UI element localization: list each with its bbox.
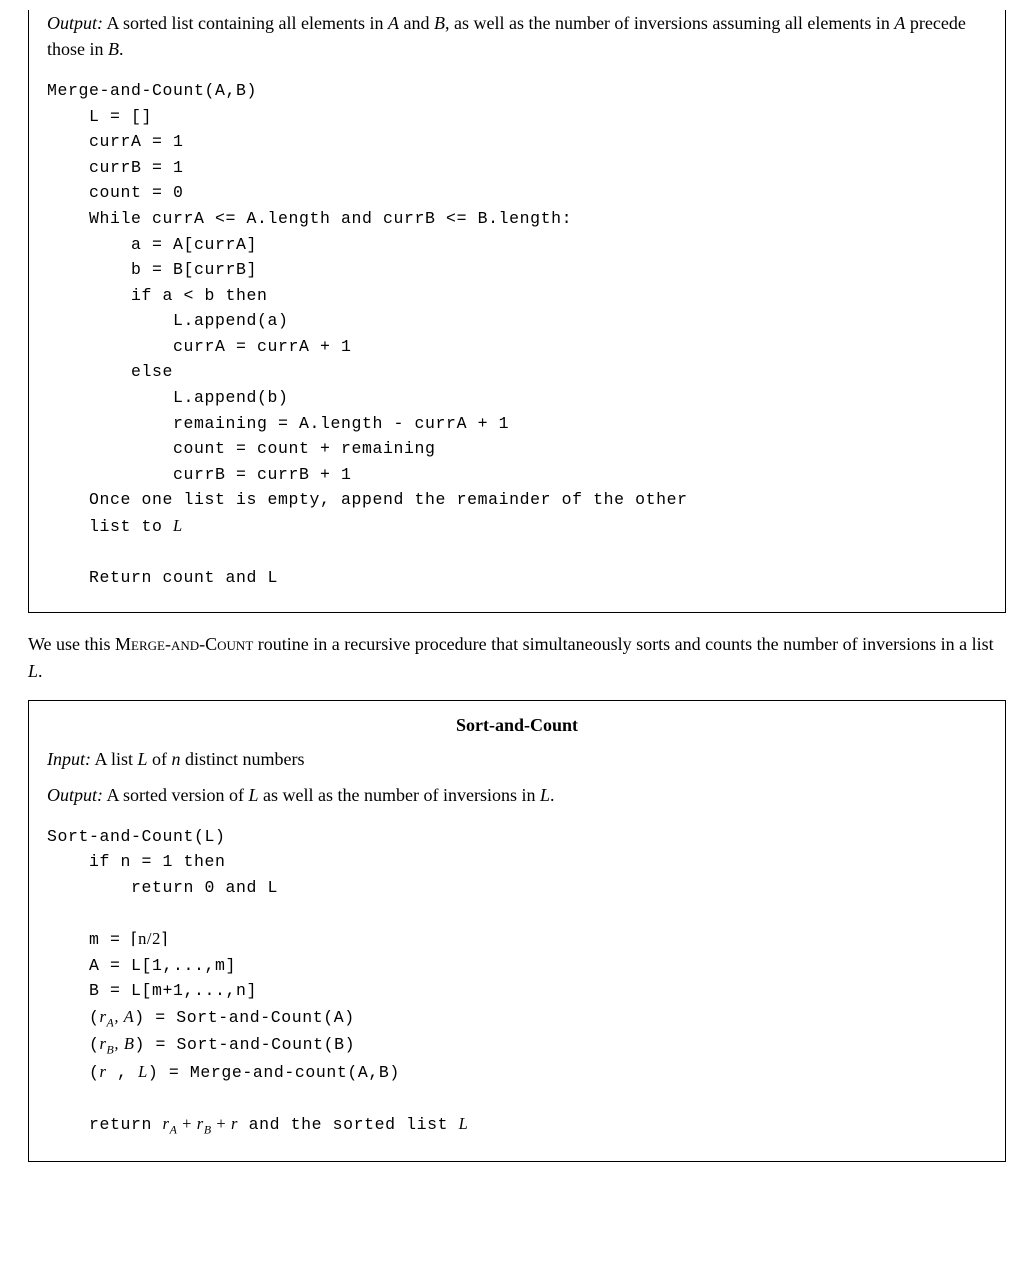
var-L: L <box>459 1114 469 1133</box>
text: We use this <box>28 634 115 654</box>
code-line: remaining = A.length - currA + 1 <box>47 414 509 433</box>
ceil-close: ⌉ <box>161 929 168 948</box>
code-line: return 0 and L <box>47 878 278 897</box>
code-line: currB = currB + 1 <box>47 465 352 484</box>
var-L: L <box>138 1062 148 1081</box>
var-A: A <box>124 1007 135 1026</box>
var-B: B <box>124 1034 135 1053</box>
box1-output: Output: A sorted list containing all ele… <box>47 10 987 62</box>
var-B: B <box>434 13 445 33</box>
var-L: L <box>540 785 550 805</box>
code-line: L.append(b) <box>47 388 289 407</box>
text: A sorted version of <box>103 785 249 805</box>
code-line: else <box>47 362 173 381</box>
code-line: Return count and L <box>47 568 278 587</box>
var-A: A <box>894 13 905 33</box>
box2-input: Input: A list L of n distinct numbers <box>47 746 987 772</box>
code-line: currB = 1 <box>47 158 184 177</box>
var-L: L <box>138 749 148 769</box>
text: routine in a recursive procedure that si… <box>253 634 993 654</box>
text: and <box>399 13 434 33</box>
page: Output: A sorted list containing all ele… <box>0 10 1034 1200</box>
var-L: L <box>173 516 183 535</box>
var-r: r <box>100 1062 107 1081</box>
code-line: a = A[currA] <box>47 235 257 254</box>
code-line: Once one list is empty, append the remai… <box>47 490 688 509</box>
code-line: currA = 1 <box>47 132 184 151</box>
input-label: Input: <box>47 749 91 769</box>
text: . <box>119 39 124 59</box>
code-line: count = 0 <box>47 183 184 202</box>
between-text: We use this Merge-and-Count routine in a… <box>28 631 1006 683</box>
text: A sorted list containing all elements in <box>103 13 388 33</box>
code-line: b = B[currB] <box>47 260 257 279</box>
code-line: (r , L) = Merge-and-count(A,B) <box>47 1063 400 1082</box>
sort-and-count-code: Sort-and-Count(L) if n = 1 then return 0… <box>47 824 987 1139</box>
code-line: if a < b then <box>47 286 268 305</box>
code-line: L.append(a) <box>47 311 289 330</box>
code-line: currA = currA + 1 <box>47 337 352 356</box>
text: of <box>148 749 172 769</box>
code-line: (rA, A) = Sort-and-Count(A) <box>47 1008 355 1027</box>
var-rA: rA <box>163 1114 178 1133</box>
var-rB: rB <box>100 1034 115 1053</box>
var-B: B <box>108 39 119 59</box>
algorithm-box-merge-and-count: Output: A sorted list containing all ele… <box>28 10 1006 613</box>
ceil-inner: n/2 <box>138 929 161 948</box>
code-line: if n = 1 then <box>47 852 226 871</box>
text: . <box>550 785 555 805</box>
output-label: Output: <box>47 13 103 33</box>
var-n: n <box>172 749 181 769</box>
code-line: A = L[1,...,m] <box>47 956 236 975</box>
smallcaps-name: Merge-and-Count <box>115 634 253 654</box>
code-line: While currA <= A.length and currB <= B.l… <box>47 209 572 228</box>
var-A: A <box>388 13 399 33</box>
code-line: Merge-and-Count(A,B) <box>47 81 257 100</box>
code-line: return rA + rB + r and the sorted list L <box>47 1115 468 1134</box>
code-line: L = [] <box>47 107 152 126</box>
code-line: Sort-and-Count(L) <box>47 827 226 846</box>
ceil-open: ⌈ <box>131 929 138 948</box>
text: , as well as the number of inversions as… <box>445 13 894 33</box>
code-line: m = ⌈n/2⌉ <box>47 930 168 949</box>
text: . <box>38 661 43 681</box>
output-label: Output: <box>47 785 103 805</box>
code-line: list to L <box>47 517 183 536</box>
box2-output: Output: A sorted version of L as well as… <box>47 782 987 808</box>
code-line: (rB, B) = Sort-and-Count(B) <box>47 1035 355 1054</box>
code-line: count = count + remaining <box>47 439 436 458</box>
algorithm-title: Sort-and-Count <box>47 715 987 736</box>
merge-and-count-code: Merge-and-Count(A,B) L = [] currA = 1 cu… <box>47 78 987 590</box>
text: A list <box>91 749 138 769</box>
var-L: L <box>249 785 259 805</box>
algorithm-box-sort-and-count: Sort-and-Count Input: A list L of n dist… <box>28 700 1006 1162</box>
code-line: B = L[m+1,...,n] <box>47 981 257 1000</box>
var-L: L <box>28 661 38 681</box>
text: as well as the number of inversions in <box>259 785 540 805</box>
var-rA: rA <box>100 1007 115 1026</box>
var-rB: rB <box>197 1114 212 1133</box>
text: distinct numbers <box>181 749 305 769</box>
var-r: r <box>231 1114 238 1133</box>
